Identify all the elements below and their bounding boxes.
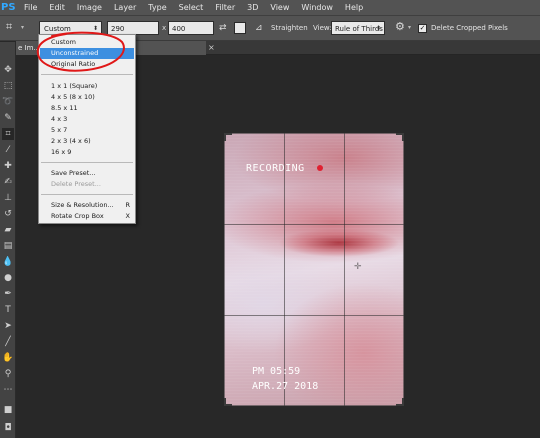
- crop-handle[interactable]: [224, 398, 232, 406]
- photoshop-logo: PS: [1, 2, 16, 13]
- overlay-view-select[interactable]: Rule of Thirds ⬍: [331, 21, 385, 35]
- document-image[interactable]: RECORDING ✛ PM 05:59 APR.27 2018: [224, 133, 404, 406]
- straighten-label[interactable]: Straighten: [271, 21, 308, 35]
- eyedropper-tool-icon[interactable]: ⁄: [2, 144, 14, 156]
- menu-3d[interactable]: 3D: [241, 0, 264, 15]
- blur-tool-icon[interactable]: 💧: [2, 256, 14, 268]
- menu-image[interactable]: Image: [71, 0, 108, 15]
- menu-file[interactable]: File: [14, 0, 43, 15]
- more-tools-icon[interactable]: ⋯: [2, 384, 14, 396]
- dropdown-item-label: Size & Resolution...: [51, 201, 114, 209]
- dropdown-item-ratio[interactable]: 2 x 3 (4 x 6): [40, 136, 134, 147]
- annotation-circle: [36, 31, 125, 72]
- brush-tool-icon[interactable]: ✍: [2, 176, 14, 188]
- foreground-color-icon[interactable]: ■: [2, 404, 14, 416]
- clear-icon[interactable]: [234, 22, 246, 34]
- menu-view[interactable]: View: [264, 0, 295, 15]
- healing-brush-icon[interactable]: ✚: [2, 160, 14, 172]
- chevron-down-icon[interactable]: ▾: [408, 21, 411, 35]
- recording-label: RECORDING: [246, 163, 305, 174]
- dropdown-item-label: Rotate Crop Box: [51, 212, 104, 220]
- updown-arrow-icon: ⬍: [375, 25, 381, 32]
- dropdown-item-ratio[interactable]: 4 x 3: [40, 114, 134, 125]
- hand-tool-icon[interactable]: ✋: [2, 352, 14, 364]
- menu-layer[interactable]: Layer: [108, 0, 142, 15]
- marquee-tool-icon[interactable]: ⬚: [2, 80, 14, 92]
- view-label: View:: [313, 24, 332, 32]
- menu-bar: PS File Edit Image Layer Type Select Fil…: [0, 0, 540, 15]
- shortcut-label: X: [125, 212, 130, 220]
- crop-handle[interactable]: [396, 398, 404, 406]
- crop-handle[interactable]: [396, 133, 404, 141]
- menu-help[interactable]: Help: [339, 0, 369, 15]
- close-icon[interactable]: ×: [208, 41, 215, 55]
- dodge-tool-icon[interactable]: ●: [2, 272, 14, 284]
- dropdown-item-ratio[interactable]: 5 x 7: [40, 125, 134, 136]
- move-tool-icon[interactable]: ✥: [2, 64, 14, 76]
- crop-tool-icon[interactable]: ⌗: [2, 128, 14, 140]
- delete-cropped-label[interactable]: Delete Cropped Pixels: [431, 21, 508, 35]
- date-label: APR.27 2018: [252, 381, 319, 392]
- dropdown-item-ratio[interactable]: 16 x 9: [40, 147, 134, 158]
- quick-mask-icon[interactable]: ◘: [2, 422, 14, 434]
- eraser-tool-icon[interactable]: ▰: [2, 224, 14, 236]
- dropdown-item-save-preset[interactable]: Save Preset...: [40, 168, 134, 179]
- delete-cropped-checkbox[interactable]: ✓: [418, 24, 427, 33]
- tools-panel: ✥ ⬚ ➰ ✎ ⌗ ⁄ ✚ ✍ ⊥ ↺ ▰ ▤ 💧 ● ✒ T ➤ ╱ ✋ ⚲ …: [0, 42, 16, 438]
- dropdown-item-size-resolution[interactable]: Size & Resolution... R: [40, 200, 134, 211]
- straighten-icon[interactable]: ⊿: [255, 21, 263, 35]
- chevron-down-icon[interactable]: ▾: [21, 21, 24, 35]
- dimension-separator: x: [162, 24, 167, 32]
- menu-select[interactable]: Select: [173, 0, 210, 15]
- clone-stamp-icon[interactable]: ⊥: [2, 192, 14, 204]
- dropdown-item-ratio[interactable]: 1 x 1 (Square): [40, 81, 134, 92]
- height-input[interactable]: 400: [168, 21, 214, 35]
- menu-window[interactable]: Window: [295, 0, 339, 15]
- dropdown-item-rotate-crop[interactable]: Rotate Crop Box X: [40, 211, 134, 222]
- dropdown-separator: [41, 162, 133, 163]
- shape-tool-icon[interactable]: ╱: [2, 336, 14, 348]
- menu-edit[interactable]: Edit: [43, 0, 71, 15]
- menu-type[interactable]: Type: [142, 0, 172, 15]
- recording-dot: [317, 165, 323, 171]
- dropdown-item-ratio[interactable]: 8.5 x 11: [40, 103, 134, 114]
- gear-icon[interactable]: ⚙: [395, 20, 405, 34]
- time-label: PM 05:59: [252, 366, 301, 377]
- zoom-tool-icon[interactable]: ⚲: [2, 368, 14, 380]
- crop-icon[interactable]: ⌗: [6, 20, 18, 34]
- history-brush-icon[interactable]: ↺: [2, 208, 14, 220]
- type-tool-icon[interactable]: T: [2, 304, 14, 316]
- dropdown-separator: [41, 194, 133, 195]
- dropdown-item-ratio[interactable]: 4 x 5 (8 x 10): [40, 92, 134, 103]
- quick-select-tool-icon[interactable]: ✎: [2, 112, 14, 124]
- dropdown-separator: [41, 74, 133, 75]
- dropdown-item-delete-preset: Delete Preset...: [51, 180, 101, 188]
- swap-icon[interactable]: ⇄: [219, 21, 227, 35]
- lasso-tool-icon[interactable]: ➰: [2, 96, 14, 108]
- crop-center-icon: ✛: [354, 262, 362, 272]
- gradient-tool-icon[interactable]: ▤: [2, 240, 14, 252]
- path-selection-icon[interactable]: ➤: [2, 320, 14, 332]
- crop-handle[interactable]: [224, 133, 232, 141]
- pen-tool-icon[interactable]: ✒: [2, 288, 14, 300]
- shortcut-label: R: [125, 201, 130, 209]
- menu-filter[interactable]: Filter: [209, 0, 241, 15]
